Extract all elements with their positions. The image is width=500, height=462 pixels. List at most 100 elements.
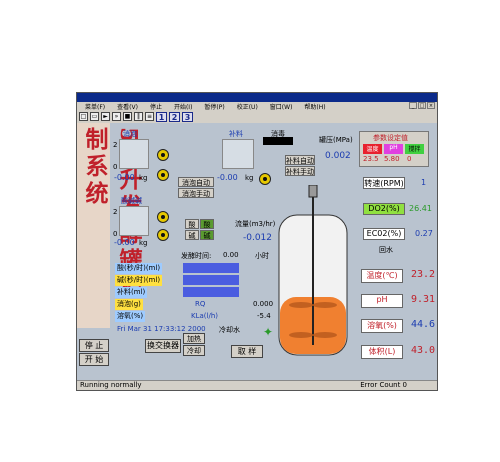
stat-bar (183, 275, 239, 285)
fast-forward-icon[interactable]: » (112, 112, 121, 121)
acid-switch[interactable]: 酸 (200, 219, 214, 229)
do2-label: DO2(%) (363, 203, 405, 215)
supplement-pump-icon[interactable] (259, 173, 271, 185)
minimize-button[interactable]: _ (409, 102, 417, 109)
close-button[interactable]: × (427, 102, 435, 109)
do2-value: 26.41 (409, 204, 432, 213)
stop-icon[interactable]: ■ (123, 112, 132, 121)
menu-bar: 菜单(F) 查看(V) 停止 开始(I) 暂停(P) 校正(U) 窗口(W) 帮… (77, 102, 437, 111)
menu-view[interactable]: 查看(V) (117, 102, 138, 111)
menu-file[interactable]: 菜单(F) (85, 102, 105, 111)
defoam-manual-button[interactable]: 消泡手动 (178, 188, 214, 198)
defoam-unit: kg (139, 174, 148, 182)
supplement-title: 补料 (229, 130, 243, 138)
status-bar: Running normally Error Count 0 (77, 380, 437, 390)
menu-calibrate[interactable]: 校正(U) (237, 102, 258, 111)
ferment-time-label: 发酵时间: (181, 252, 212, 260)
toolbar: □ ▭ ► » ■ ‖ ≡ 1 2 3 (77, 111, 437, 123)
acid-base-value: -0.00 (114, 238, 135, 247)
view-3-button[interactable]: 3 (182, 112, 193, 122)
ph-label: pH (361, 294, 403, 308)
supplement-manual-button[interactable]: 补料手动 (285, 166, 315, 176)
acid-pump-icon[interactable] (157, 211, 169, 223)
defoam-value: -0.00 (114, 173, 135, 182)
volume-value: 43.0 (411, 345, 436, 356)
return-water-label: 回水 (379, 246, 393, 254)
view-1-button[interactable]: 1 (156, 112, 167, 122)
co2-value: 0.27 (415, 229, 433, 238)
dissolved-oxygen-value: 44.6 (411, 319, 436, 330)
supplement-auto-button[interactable]: 补料自动 (285, 155, 315, 165)
base-indicator: 碱 (185, 230, 199, 240)
menu-pause[interactable]: 暂停(P) (204, 102, 224, 111)
stat-value: 0.000 (253, 300, 274, 308)
title-bar (77, 93, 437, 102)
base-pump-icon[interactable] (157, 229, 169, 241)
defoam-title: 消泡 (123, 130, 137, 138)
supplement-unit: kg (245, 174, 254, 182)
stat-value: -5.4 (257, 312, 271, 320)
stop-button[interactable]: 停 止 (79, 339, 109, 352)
menu-window[interactable]: 窗口(W) (270, 102, 293, 111)
stat-label: 溶氧(%) (115, 311, 146, 322)
play-icon[interactable]: ► (101, 112, 110, 121)
param-stir-label: 搅拌 (405, 144, 424, 154)
supplement-tank (222, 139, 254, 169)
ferment-time-value: 0.00 (223, 251, 239, 259)
sample-button[interactable]: 取 样 (231, 345, 263, 358)
flow-value: -0.012 (243, 233, 273, 243)
speed-value: 1 (421, 178, 427, 187)
heat-button[interactable]: 加热 (183, 333, 205, 344)
menu-start[interactable]: 开始(I) (174, 102, 192, 111)
datetime: Fri Mar 31 17:33:12 2000 (117, 325, 206, 333)
stat-bar (183, 263, 239, 273)
title-panel: 50升发酵罐控制系统 (77, 123, 142, 328)
acid-scale-top: 2 (113, 208, 118, 216)
pressure-label: 罐压(MPa) (319, 136, 353, 144)
start-button[interactable]: 开 始 (79, 353, 109, 366)
maximize-button[interactable]: □ (418, 102, 426, 109)
new-icon[interactable]: □ (79, 112, 88, 121)
defoam-auto-button[interactable]: 消泡自动 (178, 177, 214, 187)
reactor-vessel (278, 185, 348, 356)
heat-exchanger-button[interactable]: 换交换器 (145, 339, 181, 353)
pause-icon[interactable]: ‖ (134, 112, 143, 121)
status-text: Running normally (80, 381, 142, 389)
stat-label: 补料(ml) (115, 287, 148, 298)
menu-stop[interactable]: 停止 (150, 102, 162, 111)
temperature-value: 23.2 (411, 269, 436, 280)
view-2-button[interactable]: 2 (169, 112, 180, 122)
list-icon[interactable]: ≡ (145, 112, 154, 121)
ph-value: 9.31 (411, 294, 436, 305)
base-switch[interactable]: 碱 (200, 230, 214, 240)
acid-base-title: 酸碱碱 (121, 197, 142, 205)
defoam-scale-top: 2 (113, 141, 118, 149)
control-window: 菜单(F) 查看(V) 停止 开始(I) 暂停(P) 校正(U) 窗口(W) 帮… (76, 92, 438, 391)
stat-mid: RQ (195, 300, 206, 308)
ferment-time-unit: 小时 (255, 252, 269, 260)
acid-base-unit: kg (139, 239, 148, 247)
pressure-value: 0.002 (325, 151, 351, 161)
param-temp-value[interactable]: 23.5 (363, 155, 382, 164)
param-ph-value[interactable]: 5.80 (384, 155, 403, 164)
acid-base-tank (119, 206, 149, 236)
defoam-pump-2-icon[interactable] (157, 169, 169, 181)
menu-help[interactable]: 帮助(H) (304, 102, 325, 111)
supplement-value: -0.00 (217, 173, 238, 182)
error-count: Error Count 0 (360, 381, 407, 389)
valve-icon[interactable]: ✦ (263, 325, 273, 339)
param-stir-value[interactable]: 0 (407, 155, 426, 164)
param-ph-label: pH (384, 144, 403, 154)
volume-label: 体积(L) (361, 345, 403, 359)
param-setting-title: 参数设定值 (373, 134, 408, 142)
stat-label: 消泡(g) (115, 299, 143, 310)
defoam-pump-icon[interactable] (157, 149, 169, 161)
acid-indicator: 酸 (185, 219, 199, 229)
speed-label: 转速(RPM) (363, 177, 405, 189)
stat-label: 碱(秒/时)(ml) (115, 275, 163, 286)
stat-bar (183, 287, 239, 297)
defoam-tank (119, 139, 149, 169)
cool-button[interactable]: 冷却 (183, 345, 205, 356)
open-icon[interactable]: ▭ (90, 112, 99, 121)
flow-label: 流量(m3/hr) (235, 220, 276, 228)
